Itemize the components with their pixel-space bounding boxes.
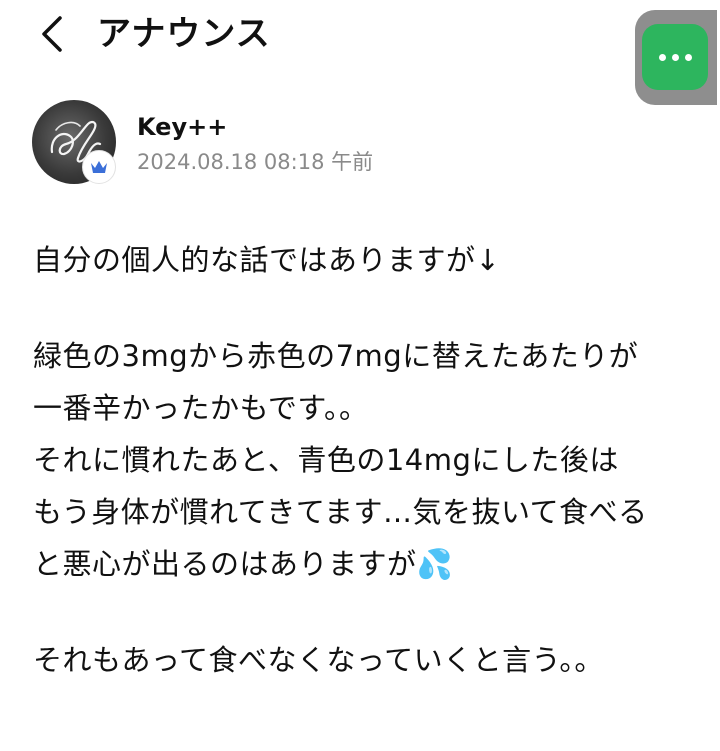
admin-badge (82, 150, 116, 184)
post-body-line: と悪心が出るのはありますが💦 (33, 547, 454, 581)
more-button-container (635, 10, 717, 105)
chevron-left-icon (42, 16, 62, 52)
page-title: アナウンス (97, 14, 271, 54)
post-body-line: それに慣れたあと、青色の14mgにした後は (33, 443, 619, 477)
post-body-line: 緑色の3mgから赤色の7mgに替えたあたりが (33, 339, 639, 373)
author-name[interactable]: Key++ (137, 112, 227, 142)
post-body-line: それもあって食べなくなっていくと言う。。 (33, 643, 604, 677)
post-body-line: 自分の個人的な話ではありますが↓ (33, 243, 501, 277)
post-timestamp: 2024.08.18 08:18 午前 (137, 150, 374, 174)
more-horizontal-icon (658, 53, 692, 61)
post-body-line: もう身体が慣れてきてます…気を抜いて食べる (33, 495, 648, 529)
more-button[interactable] (642, 24, 708, 90)
header-bar: アナウンス (0, 0, 720, 105)
back-button[interactable] (30, 10, 74, 58)
crown-icon (91, 161, 107, 173)
post-body-line: 一番辛かったかもです。。 (33, 391, 369, 425)
